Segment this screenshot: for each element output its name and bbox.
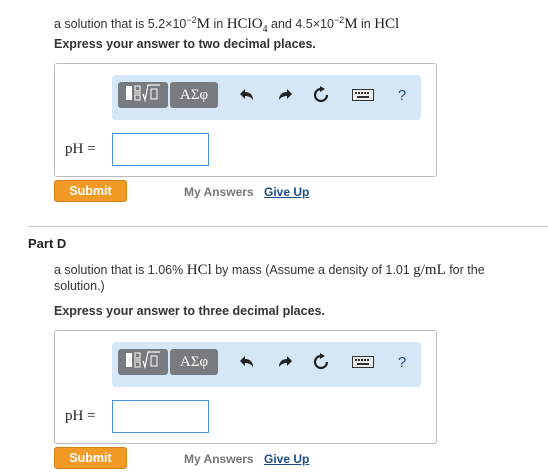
problem-d-density-unit: g/mL <box>413 262 446 278</box>
symbols-button[interactable]: ΑΣφ <box>170 82 218 108</box>
answer-input-c[interactable] <box>112 133 209 166</box>
answer-input-d[interactable] <box>112 400 209 433</box>
problem-c-exponent-1: −2 <box>186 15 197 25</box>
problem-c-unit-2: M <box>344 16 358 33</box>
help-icon[interactable]: ? <box>389 82 415 108</box>
math-toolbar-c: ΑΣφ ? <box>112 75 421 120</box>
undo-icon[interactable] <box>234 349 260 375</box>
symbols-button[interactable]: ΑΣφ <box>170 349 218 375</box>
submit-button-c[interactable]: Submit <box>54 180 127 202</box>
fraction-sqrt-template-icon <box>123 83 163 108</box>
undo-icon[interactable] <box>234 82 260 108</box>
reset-icon[interactable] <box>308 349 334 375</box>
problem-c-prefix: a solution that is 5.2×10 <box>54 17 187 32</box>
instruction-c: Express your answer to two decimal place… <box>54 37 316 51</box>
problem-c-in-2: in <box>357 17 375 32</box>
help-icon[interactable]: ? <box>389 349 415 375</box>
give-up-link-d[interactable]: Give Up <box>264 452 309 466</box>
problem-d-mid: by mass (Assume a density of 1.01 <box>211 263 414 277</box>
answer-label-d: pH = <box>65 408 96 424</box>
problem-d-suffix: for the <box>445 263 485 277</box>
section-divider <box>28 226 548 227</box>
problem-d-acid: HCl <box>186 262 212 278</box>
redo-icon[interactable] <box>272 349 298 375</box>
keyboard-icon[interactable] <box>348 349 378 375</box>
problem-text-c: a solution that is 5.2×10−2M in HClO4 an… <box>54 12 399 38</box>
problem-c-in-1: in <box>210 17 227 32</box>
reset-icon[interactable] <box>308 82 334 108</box>
problem-c-unit-1: M <box>196 16 210 33</box>
my-answers-link-c[interactable]: My Answers <box>184 185 254 199</box>
keyboard-icon[interactable] <box>348 82 378 108</box>
problem-c-exponent-2: −2 <box>333 15 345 25</box>
submit-button-d[interactable]: Submit <box>54 447 127 469</box>
problem-d-line-2: solution.) <box>54 279 105 293</box>
problem-d-line-1: a solution that is 1.06% HCl by mass (As… <box>54 262 534 278</box>
problem-c-acid-1-text: HClO <box>226 16 263 33</box>
problem-c-acid-2: HCl <box>374 16 400 33</box>
give-up-link-c[interactable]: Give Up <box>264 185 309 199</box>
answer-label-c: pH = <box>65 141 96 157</box>
answer-panel-d: ΑΣφ ? pH = <box>54 330 437 444</box>
templates-button[interactable] <box>118 349 168 375</box>
fraction-sqrt-template-icon <box>123 350 163 375</box>
problem-d-prefix: a solution that is 1.06% <box>54 263 187 277</box>
part-d-heading: Part D <box>28 236 67 251</box>
problem-text-d: a solution that is 1.06% HCl by mass (As… <box>54 262 534 294</box>
my-answers-link-d[interactable]: My Answers <box>184 452 254 466</box>
problem-c-acid-1: HClO4 <box>226 16 268 35</box>
math-toolbar-d: ΑΣφ ? <box>112 342 421 387</box>
instruction-d: Express your answer to three decimal pla… <box>54 304 325 318</box>
redo-icon[interactable] <box>272 82 298 108</box>
answer-panel-c: ΑΣφ ? pH = <box>54 63 437 177</box>
templates-button[interactable] <box>118 82 168 108</box>
problem-c-mid: and 4.5×10 <box>267 17 334 32</box>
